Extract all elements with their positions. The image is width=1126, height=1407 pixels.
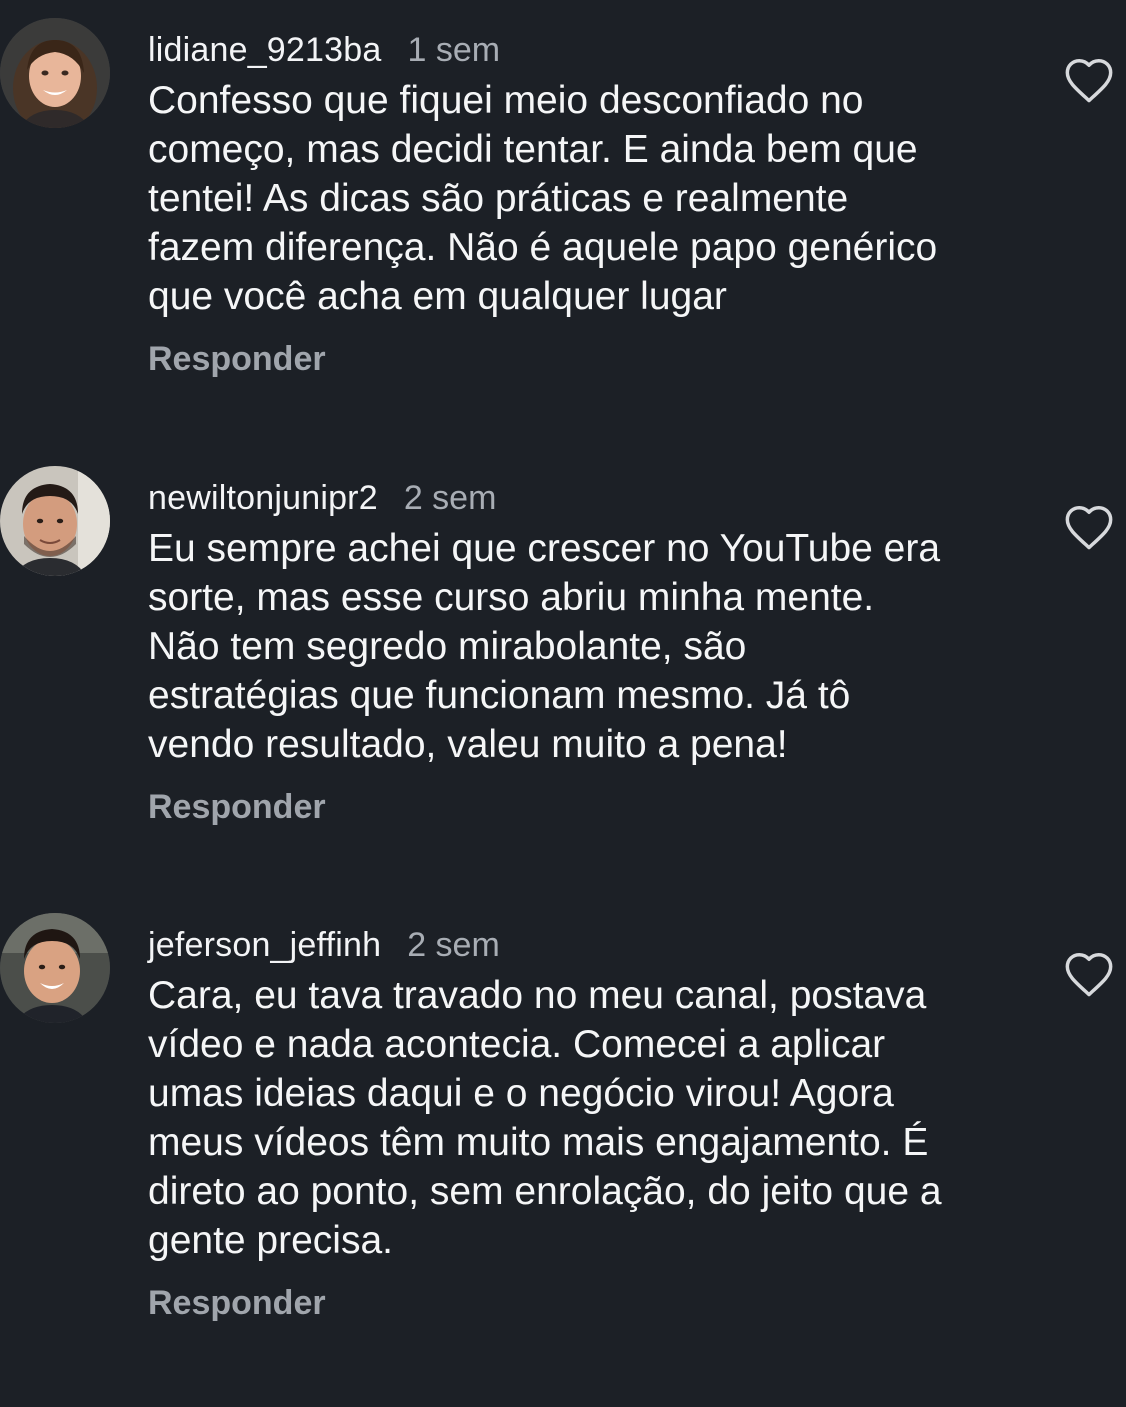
username[interactable]: newiltonjunipr2 [148, 479, 378, 517]
username[interactable]: jeferson_jeffinh [148, 926, 381, 964]
reply-button[interactable]: Responder [148, 787, 326, 827]
avatar[interactable] [0, 913, 110, 1023]
avatar[interactable] [0, 466, 110, 576]
like-button[interactable] [1063, 950, 1115, 998]
comment-meta: newiltonjunipr2 2 sem [148, 478, 496, 518]
timestamp: 2 sem [403, 479, 497, 517]
comment-text: Eu sempre achei que crescer no YouTube e… [148, 527, 941, 766]
username[interactable]: lidiane_9213ba [148, 31, 381, 69]
timestamp: 2 sem [407, 926, 500, 964]
avatar[interactable] [0, 18, 110, 128]
heart-outline-icon [1065, 58, 1113, 103]
timestamp: 1 sem [407, 31, 501, 69]
comment-text: Confesso que fiquei meio desconfiado no … [148, 79, 938, 318]
heart-outline-icon [1065, 952, 1113, 997]
comment-text: Cara, eu tava travado no meu canal, post… [148, 974, 942, 1262]
reply-button[interactable]: Responder [148, 339, 326, 379]
reply-button[interactable]: Responder [148, 1283, 326, 1323]
comment-meta: lidiane_9213ba 1 sem [148, 30, 500, 70]
like-button[interactable] [1063, 56, 1115, 104]
like-button[interactable] [1063, 503, 1115, 551]
woman-avatar-icon [0, 18, 110, 128]
heart-outline-icon [1065, 505, 1113, 550]
man-avatar-icon [0, 466, 110, 576]
man-avatar-icon [0, 913, 110, 1023]
comment-meta: jeferson_jeffinh 2 sem [148, 925, 500, 965]
